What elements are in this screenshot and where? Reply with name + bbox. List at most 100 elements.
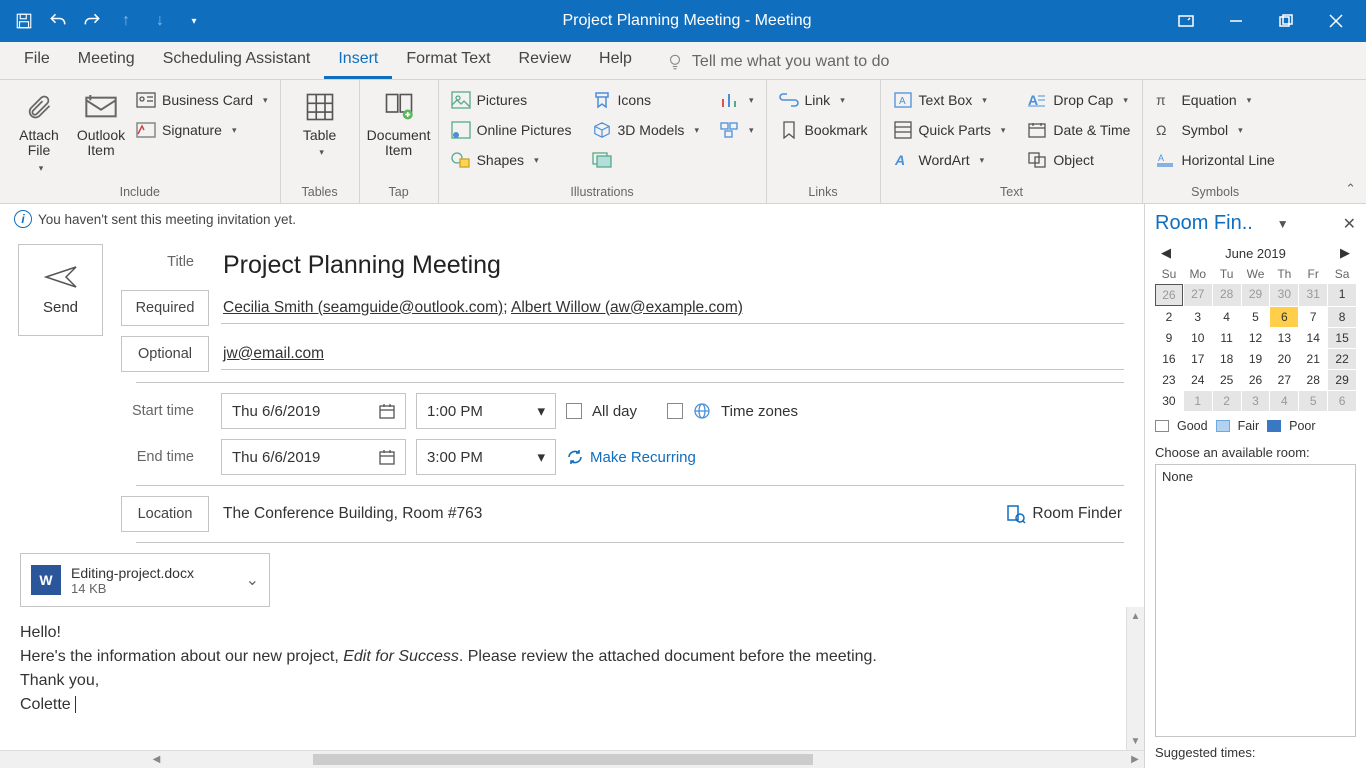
- online-pictures-button[interactable]: Online Pictures: [447, 118, 576, 142]
- calendar-day[interactable]: 28: [1299, 370, 1327, 390]
- next-month-icon[interactable]: ▶: [1340, 245, 1350, 261]
- tab-file[interactable]: File: [10, 42, 64, 79]
- shapes-button[interactable]: Shapes: [447, 148, 576, 172]
- calendar-day[interactable]: 2: [1155, 307, 1183, 327]
- redo-icon[interactable]: [82, 11, 102, 31]
- close-icon[interactable]: [1326, 11, 1346, 31]
- chevron-down-icon[interactable]: ⌄: [246, 570, 259, 590]
- room-list-item[interactable]: None: [1162, 469, 1349, 484]
- start-time-field[interactable]: 1:00 PM▾: [416, 393, 556, 429]
- calendar-day[interactable]: 30: [1155, 391, 1183, 411]
- calendar-day[interactable]: 25: [1213, 370, 1241, 390]
- calendar-day[interactable]: 13: [1270, 328, 1298, 348]
- symbol-button[interactable]: ΩSymbol: [1151, 118, 1278, 142]
- calendar-day[interactable]: 18: [1213, 349, 1241, 369]
- calendar-day[interactable]: 4: [1270, 391, 1298, 411]
- pictures-button[interactable]: Pictures: [447, 88, 576, 112]
- drop-cap-button[interactable]: ADrop Cap: [1023, 88, 1134, 112]
- end-date-field[interactable]: Thu 6/6/2019: [221, 439, 406, 475]
- ribbon-display-icon[interactable]: [1176, 11, 1196, 31]
- required-button[interactable]: Required: [121, 290, 209, 326]
- message-body[interactable]: Hello! Here's the information about our …: [0, 607, 1144, 750]
- calendar-day[interactable]: 17: [1184, 349, 1212, 369]
- calendar-day[interactable]: 6: [1270, 307, 1298, 327]
- recipient[interactable]: Cecilia Smith (seamguide@outlook.com): [223, 299, 503, 316]
- tab-meeting[interactable]: Meeting: [64, 42, 149, 79]
- icons-button[interactable]: Icons: [588, 88, 703, 112]
- tab-insert[interactable]: Insert: [324, 42, 392, 79]
- undo-icon[interactable]: [48, 11, 68, 31]
- make-recurring-button[interactable]: Make Recurring: [566, 448, 696, 466]
- room-finder-button[interactable]: Room Finder: [1032, 505, 1122, 523]
- close-panel-icon[interactable]: ✕: [1343, 214, 1356, 234]
- calendar-day[interactable]: 28: [1213, 284, 1241, 306]
- calendar-day[interactable]: 24: [1184, 370, 1212, 390]
- title-field[interactable]: Project Planning Meeting: [221, 245, 1124, 280]
- calendar-day[interactable]: 29: [1328, 370, 1356, 390]
- tab-review[interactable]: Review: [505, 42, 585, 79]
- horizontal-line-button[interactable]: AHorizontal Line: [1151, 148, 1278, 172]
- minimize-icon[interactable]: [1226, 11, 1246, 31]
- calendar-day[interactable]: 6: [1328, 391, 1356, 411]
- tell-me-search[interactable]: Tell me what you want to do: [666, 53, 889, 79]
- room-list[interactable]: None: [1155, 464, 1356, 737]
- location-field[interactable]: The Conference Building, Room #763 Room …: [221, 498, 1124, 530]
- calendar-day[interactable]: 22: [1328, 349, 1356, 369]
- maximize-icon[interactable]: [1276, 11, 1296, 31]
- attachment[interactable]: W Editing-project.docx 14 KB ⌄: [20, 553, 270, 607]
- outlook-item-button[interactable]: Outlook Item: [70, 84, 132, 159]
- calendar-day[interactable]: 27: [1270, 370, 1298, 390]
- calendar-day[interactable]: 26: [1242, 370, 1270, 390]
- vertical-scrollbar[interactable]: ▲▼: [1126, 607, 1144, 750]
- equation-button[interactable]: πEquation: [1151, 88, 1278, 112]
- object-button[interactable]: Object: [1023, 148, 1134, 172]
- wordart-button[interactable]: AWordArt: [889, 148, 1010, 172]
- calendar-day[interactable]: 15: [1328, 328, 1356, 348]
- calendar-day[interactable]: 23: [1155, 370, 1183, 390]
- calendar-day[interactable]: 12: [1242, 328, 1270, 348]
- calendar-day[interactable]: 10: [1184, 328, 1212, 348]
- tab-help[interactable]: Help: [585, 42, 646, 79]
- signature-button[interactable]: Signature: [132, 118, 272, 142]
- attach-file-button[interactable]: Attach File: [8, 84, 70, 174]
- calendar-day[interactable]: 20: [1270, 349, 1298, 369]
- calendar-day[interactable]: 1: [1184, 391, 1212, 411]
- link-button[interactable]: Link: [775, 88, 872, 112]
- calendar-day[interactable]: 3: [1184, 307, 1212, 327]
- calendar-day[interactable]: 16: [1155, 349, 1183, 369]
- calendar-day[interactable]: 27: [1184, 284, 1212, 306]
- start-date-field[interactable]: Thu 6/6/2019: [221, 393, 406, 429]
- chevron-down-icon[interactable]: ▼: [1277, 217, 1289, 231]
- all-day-checkbox[interactable]: [566, 403, 582, 419]
- screenshot-button[interactable]: [588, 148, 703, 172]
- time-zones-checkbox[interactable]: [667, 403, 683, 419]
- end-time-field[interactable]: 3:00 PM▾: [416, 439, 556, 475]
- scrollbar-thumb[interactable]: [313, 754, 813, 765]
- calendar-day[interactable]: 11: [1213, 328, 1241, 348]
- horizontal-scrollbar[interactable]: ◀▶: [0, 750, 1144, 768]
- document-item-button[interactable]: Document Item: [368, 84, 430, 159]
- calendar-day[interactable]: 21: [1299, 349, 1327, 369]
- calendar-day[interactable]: 2: [1213, 391, 1241, 411]
- calendar-day[interactable]: 4: [1213, 307, 1241, 327]
- chart-button[interactable]: [715, 88, 758, 112]
- business-card-button[interactable]: Business Card: [132, 88, 272, 112]
- calendar-day[interactable]: 7: [1299, 307, 1327, 327]
- calendar-day[interactable]: 9: [1155, 328, 1183, 348]
- calendar-day[interactable]: 29: [1242, 284, 1270, 306]
- calendar-day[interactable]: 31: [1299, 284, 1327, 306]
- tab-scheduling-assistant[interactable]: Scheduling Assistant: [149, 42, 325, 79]
- calendar-day[interactable]: 5: [1299, 391, 1327, 411]
- calendar-day[interactable]: 5: [1242, 307, 1270, 327]
- optional-field[interactable]: jw@email.com: [221, 339, 1124, 370]
- calendar-day[interactable]: 3: [1242, 391, 1270, 411]
- qat-customize-icon[interactable]: ▾: [184, 11, 204, 31]
- date-time-button[interactable]: Date & Time: [1023, 118, 1134, 142]
- prev-month-icon[interactable]: ◀: [1161, 245, 1171, 261]
- save-icon[interactable]: [14, 11, 34, 31]
- calendar-day[interactable]: 30: [1270, 284, 1298, 306]
- optional-button[interactable]: Optional: [121, 336, 209, 372]
- 3d-models-button[interactable]: 3D Models: [588, 118, 703, 142]
- required-field[interactable]: Cecilia Smith (seamguide@outlook.com); A…: [221, 293, 1124, 324]
- calendar-day[interactable]: 19: [1242, 349, 1270, 369]
